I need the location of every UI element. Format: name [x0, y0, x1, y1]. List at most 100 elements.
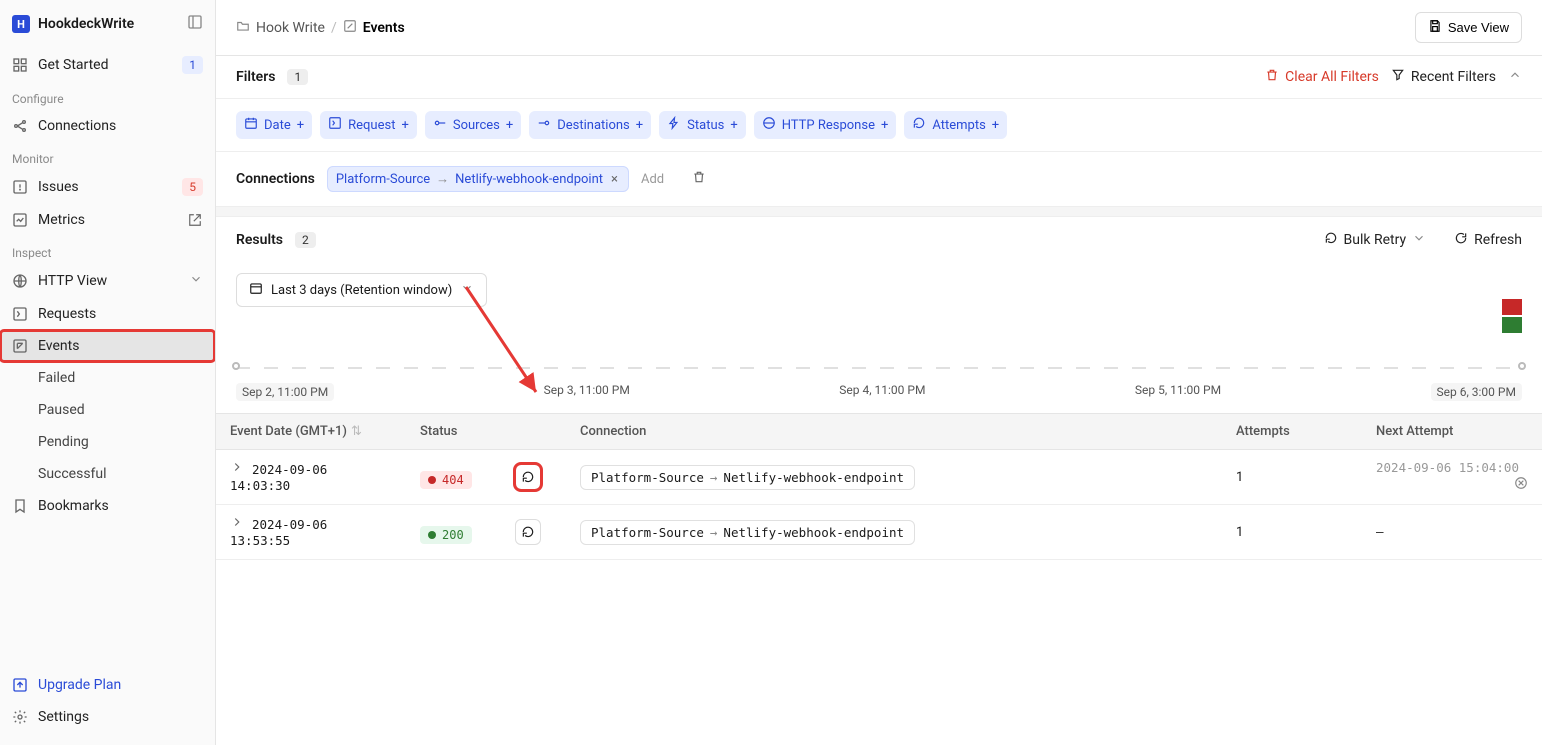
- sidebar-item-get-started[interactable]: Get Started 1: [0, 48, 215, 82]
- timeline-labels: Sep 2, 11:00 PM Sep 3, 11:00 PM Sep 4, 1…: [236, 379, 1522, 413]
- sidebar-item-label: Failed: [38, 370, 75, 386]
- sidebar-item-metrics[interactable]: Metrics: [0, 204, 215, 236]
- timeline-handle-start[interactable]: [232, 362, 240, 370]
- collapse-filters-icon[interactable]: [1508, 68, 1522, 86]
- sidebar-item-http-view[interactable]: HTTP View: [0, 264, 215, 298]
- save-icon: [1428, 19, 1442, 36]
- sidebar-item-requests[interactable]: Requests: [0, 298, 215, 330]
- timeline-handle-end[interactable]: [1518, 362, 1526, 370]
- retry-icon: [912, 116, 926, 134]
- sidebar-subitem-pending[interactable]: Pending: [0, 426, 215, 458]
- grid-icon: [12, 57, 28, 73]
- th-attempts[interactable]: Attempts: [1222, 414, 1362, 450]
- section-configure: Configure: [0, 82, 215, 110]
- attempts-value: 1: [1222, 505, 1362, 560]
- breadcrumb: Hook Write / Events: [236, 19, 405, 37]
- bolt-icon: [667, 116, 681, 134]
- save-view-label: Save View: [1448, 20, 1509, 35]
- workspace-title[interactable]: HookdeckWrite: [38, 16, 179, 32]
- breadcrumb-sep: /: [331, 20, 337, 36]
- connection-tag[interactable]: Platform-Source → Netlify-webhook-endpoi…: [327, 166, 629, 192]
- table-row[interactable]: 2024-09-06 14:03:30 404 Platform-Source→…: [216, 450, 1542, 505]
- sort-icon: ⇅: [351, 424, 362, 439]
- sidebar-item-settings[interactable]: Settings: [0, 701, 215, 733]
- collapse-sidebar-icon[interactable]: [187, 14, 203, 34]
- sidebar-item-label: Pending: [38, 434, 89, 450]
- events-icon: [12, 338, 28, 354]
- sidebar-item-events[interactable]: Events: [0, 330, 215, 362]
- main-content: Hook Write / Events Save View Filters 1 …: [216, 0, 1542, 745]
- sidebar-subitem-successful[interactable]: Successful: [0, 458, 215, 490]
- sidebar-item-bookmarks[interactable]: Bookmarks: [0, 490, 215, 522]
- sidebar-item-issues[interactable]: Issues 5: [0, 170, 215, 204]
- chip-label: Date: [264, 118, 291, 133]
- th-status[interactable]: Status: [406, 414, 566, 450]
- timeline-label: Sep 4, 11:00 PM: [839, 383, 925, 401]
- date-range-button[interactable]: Last 3 days (Retention window): [236, 273, 487, 307]
- sidebar-subitem-failed[interactable]: Failed: [0, 362, 215, 394]
- section-monitor: Monitor: [0, 142, 215, 170]
- recent-filters-button[interactable]: Recent Filters: [1391, 68, 1496, 86]
- th-connection[interactable]: Connection: [566, 414, 1222, 450]
- plus-icon: +: [881, 118, 888, 133]
- sidebar: H HookdeckWrite Get Started 1 Configure …: [0, 0, 216, 745]
- bulk-retry-button[interactable]: Bulk Retry: [1324, 231, 1427, 249]
- filters-bar: Filters 1 Clear All Filters Recent Filte…: [216, 56, 1542, 99]
- filter-chip-date[interactable]: Date+: [236, 111, 312, 139]
- clear-all-label: Clear All Filters: [1285, 69, 1379, 85]
- cancel-icon[interactable]: [1514, 476, 1528, 494]
- th-event-date[interactable]: Event Date (GMT+1)⇅: [216, 414, 406, 450]
- attempts-value: 1: [1222, 450, 1362, 505]
- th-next-attempt[interactable]: Next Attempt: [1362, 414, 1542, 450]
- bookmark-icon: [12, 498, 28, 514]
- issues-icon: [12, 179, 28, 195]
- remove-tag-icon[interactable]: ×: [609, 172, 620, 187]
- filter-chip-http-response[interactable]: HTTP Response +: [754, 111, 897, 139]
- source-icon: [433, 116, 447, 134]
- filter-chip-sources[interactable]: Sources+: [425, 111, 521, 139]
- connections-filter-row: Connections Platform-Source → Netlify-we…: [216, 152, 1542, 207]
- chip-label: Status: [687, 118, 724, 133]
- filter-chip-attempts[interactable]: Attempts+: [904, 111, 1007, 139]
- get-started-badge: 1: [182, 56, 203, 74]
- expand-row-icon[interactable]: [230, 463, 252, 478]
- sidebar-item-label: Get Started: [38, 57, 172, 73]
- status-badge: 404: [420, 471, 472, 489]
- retry-button[interactable]: [515, 519, 541, 545]
- sidebar-item-connections[interactable]: Connections: [0, 110, 215, 142]
- results-label: Results: [236, 232, 283, 248]
- filter-chip-request[interactable]: Request+: [320, 111, 417, 139]
- upgrade-icon: [12, 677, 28, 693]
- breadcrumb-current: Events: [363, 20, 405, 36]
- events-table: Event Date (GMT+1)⇅ Status Connection At…: [216, 413, 1542, 560]
- expand-row-icon[interactable]: [230, 518, 252, 533]
- filter-chip-destinations[interactable]: Destinations+: [529, 111, 651, 139]
- chip-label: Attempts: [932, 118, 985, 133]
- delete-filter-icon[interactable]: [692, 170, 706, 188]
- add-connection-button[interactable]: Add: [641, 172, 664, 187]
- clear-all-filters-button[interactable]: Clear All Filters: [1265, 68, 1379, 86]
- arrow-right-icon: →: [710, 470, 718, 485]
- issues-badge: 5: [182, 178, 203, 196]
- status-badge: 200: [420, 526, 472, 544]
- timeline-track[interactable]: [236, 361, 1522, 375]
- table-row[interactable]: 2024-09-06 13:53:55 200 Platform-Source→…: [216, 505, 1542, 560]
- breadcrumb-root[interactable]: Hook Write: [256, 20, 325, 36]
- chevron-down-icon: [189, 272, 203, 290]
- connections-icon: [12, 118, 28, 134]
- timeline-label: Sep 6, 3:00 PM: [1431, 383, 1522, 401]
- sidebar-subitem-paused[interactable]: Paused: [0, 394, 215, 426]
- retry-button[interactable]: [515, 464, 541, 490]
- folder-icon: [236, 19, 250, 37]
- refresh-button[interactable]: Refresh: [1454, 231, 1522, 249]
- filters-count: 1: [287, 69, 308, 85]
- chevron-down-icon: [1412, 231, 1426, 249]
- save-view-button[interactable]: Save View: [1415, 12, 1522, 43]
- chip-label: HTTP Response: [782, 118, 875, 133]
- filter-chip-status[interactable]: Status+: [659, 111, 746, 139]
- timeline-label: Sep 2, 11:00 PM: [236, 383, 334, 401]
- sidebar-item-label: Connections: [38, 118, 203, 134]
- trash-icon: [1265, 68, 1279, 86]
- section-inspect: Inspect: [0, 236, 215, 264]
- sidebar-item-upgrade[interactable]: Upgrade Plan: [0, 669, 215, 701]
